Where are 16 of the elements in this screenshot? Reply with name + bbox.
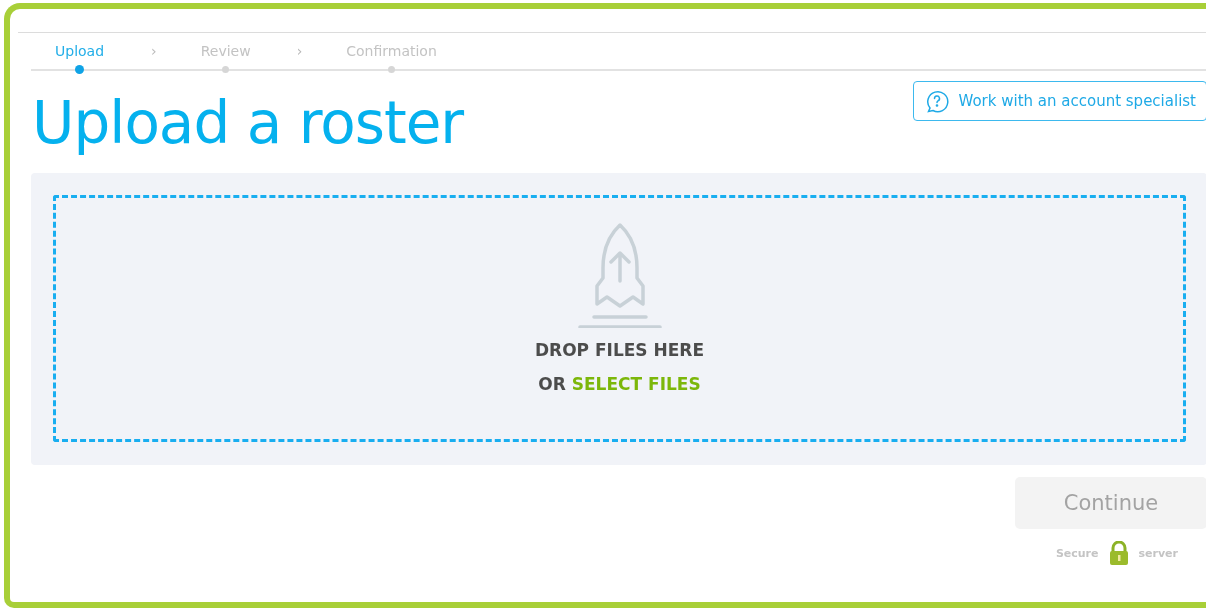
- rocket-upload-icon: [577, 222, 662, 328]
- chevron-separator: ›: [296, 43, 303, 59]
- step-tab[interactable]: Review: [200, 43, 251, 73]
- question-bubble-icon: [925, 89, 950, 113]
- step-tab[interactable]: Confirmation: [346, 43, 437, 73]
- specialist-button[interactable]: Work with an account specialist: [913, 81, 1206, 121]
- or-text: OR: [538, 374, 566, 394]
- server-label: server: [1138, 546, 1178, 560]
- step-tab[interactable]: Upload: [55, 43, 105, 76]
- page-title: Upload a roster: [32, 89, 464, 157]
- drop-prompt: DROP FILES HERE: [534, 340, 705, 360]
- select-files-link[interactable]: SELECT FILES: [571, 374, 701, 394]
- drop-zone[interactable]: DROP FILES HERE OR SELECT FILES: [53, 195, 1186, 442]
- padlock-icon: [1108, 541, 1129, 565]
- chevron-separator: ›: [151, 43, 157, 59]
- secure-label: Secure: [1055, 546, 1099, 560]
